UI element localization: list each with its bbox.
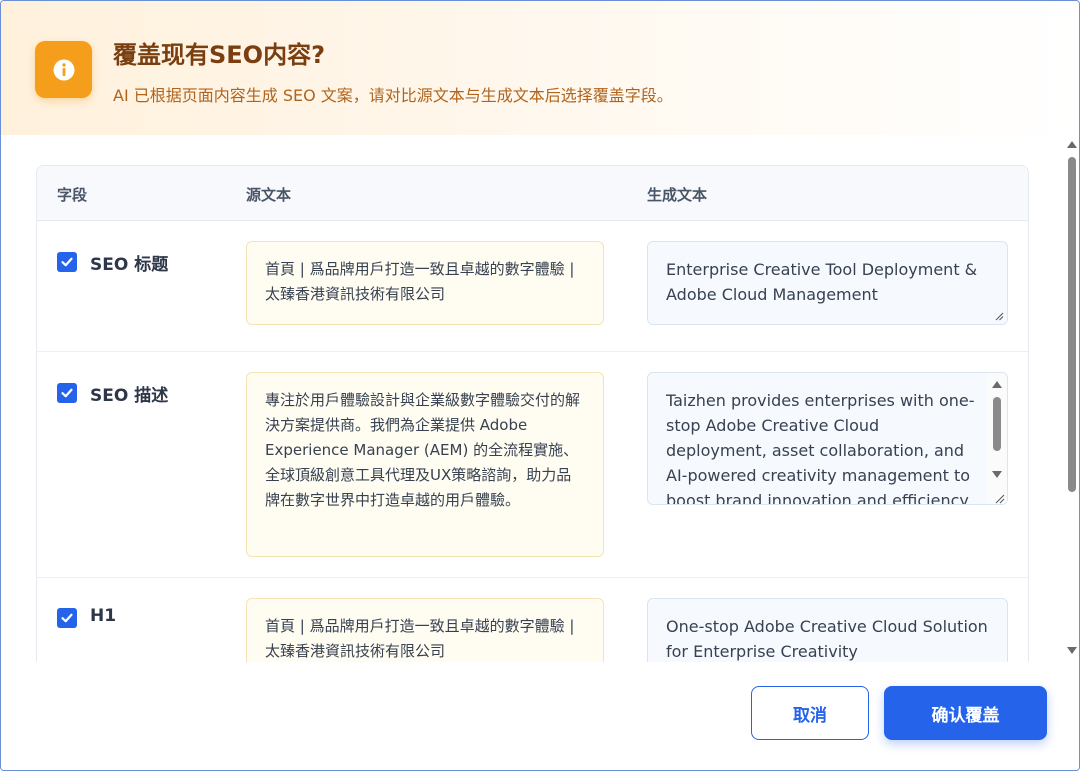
seo-comparison-table: 字段 源文本 生成文本 SEO 标题 首頁 | 爲品牌用戶打造一致且卓越的數字體…	[36, 165, 1029, 662]
seo-description-generated-textarea[interactable]: Taizhen provides enterprises with one-st…	[647, 372, 1008, 505]
dialog-content-scroll-area: 字段 源文本 生成文本 SEO 标题 首頁 | 爲品牌用戶打造一致且卓越的數字體…	[1, 135, 1065, 662]
seo-title-source-text: 首頁 | 爲品牌用戶打造一致且卓越的數字體驗 | 太臻香港資訊技術有限公司	[246, 241, 604, 325]
scrollbar-thumb	[993, 397, 1001, 451]
h1-label: H1	[90, 606, 117, 626]
check-icon	[61, 388, 73, 398]
check-icon	[61, 257, 73, 267]
table-header: 字段 源文本 生成文本	[37, 166, 1028, 221]
h1-checkbox[interactable]	[57, 608, 77, 628]
column-header-field: 字段	[57, 186, 88, 204]
scrollbar-thumb	[1068, 157, 1076, 492]
table-row: SEO 描述 專注於用戶體驗設計與企業級數字體驗交付的解決方案提供商。我們為企業…	[37, 352, 1028, 578]
check-icon	[61, 613, 73, 623]
seo-title-label: SEO 标题	[90, 255, 169, 275]
seo-description-source-text: 專注於用戶體驗設計與企業級數字體驗交付的解決方案提供商。我們為企業提供 Adob…	[246, 372, 604, 557]
h1-generated-text: One-stop Adobe Creative Cloud Solution f…	[666, 617, 988, 661]
seo-description-checkbox[interactable]	[57, 383, 77, 403]
resize-grip-icon[interactable]	[995, 312, 1004, 321]
dialog-header: 覆盖现有SEO内容? AI 已根据页面内容生成 SEO 文案，请对比源文本与生成…	[1, 1, 1079, 135]
column-header-generated: 生成文本	[647, 186, 708, 204]
overwrite-seo-dialog: 覆盖现有SEO内容? AI 已根据页面内容生成 SEO 文案，请对比源文本与生成…	[0, 0, 1080, 771]
info-icon	[35, 41, 92, 98]
scroll-up-arrow-icon	[1067, 141, 1077, 148]
scroll-up-arrow-icon	[992, 381, 1002, 388]
seo-description-generated-text: Taizhen provides enterprises with one-st…	[666, 391, 975, 505]
scroll-down-arrow-icon	[1067, 647, 1077, 654]
scroll-down-arrow-icon	[992, 471, 1002, 478]
dialog-title: 覆盖现有SEO内容?	[113, 41, 326, 69]
column-header-source: 源文本	[246, 186, 292, 204]
table-row: H1 首頁 | 爲品牌用戶打造一致且卓越的數字體驗 | 太臻香港資訊技術有限公司…	[37, 578, 1028, 662]
h1-generated-textarea[interactable]: One-stop Adobe Creative Cloud Solution f…	[647, 598, 1008, 662]
dialog-scrollbar[interactable]	[1065, 135, 1079, 662]
textarea-scrollbar[interactable]	[987, 373, 1007, 504]
confirm-overwrite-button[interactable]: 确认覆盖	[884, 686, 1047, 740]
seo-title-generated-text: Enterprise Creative Tool Deployment & Ad…	[666, 260, 978, 304]
seo-description-label: SEO 描述	[90, 386, 169, 406]
cancel-button[interactable]: 取消	[751, 686, 869, 740]
seo-title-generated-textarea[interactable]: Enterprise Creative Tool Deployment & Ad…	[647, 241, 1008, 325]
h1-source-text: 首頁 | 爲品牌用戶打造一致且卓越的數字體驗 | 太臻香港資訊技術有限公司	[246, 598, 604, 662]
seo-title-checkbox[interactable]	[57, 252, 77, 272]
dialog-footer: 取消 确认覆盖	[1, 662, 1079, 770]
table-row: SEO 标题 首頁 | 爲品牌用戶打造一致且卓越的數字體驗 | 太臻香港資訊技術…	[37, 221, 1028, 352]
dialog-subtitle: AI 已根据页面内容生成 SEO 文案，请对比源文本与生成文本后选择覆盖字段。	[113, 86, 673, 105]
